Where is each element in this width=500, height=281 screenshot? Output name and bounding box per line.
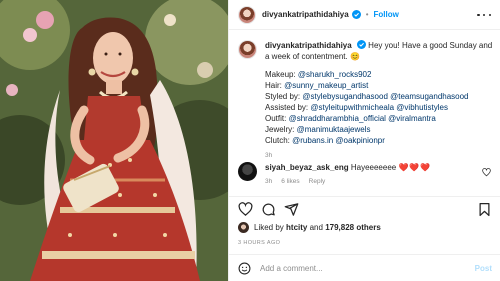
mention-link[interactable]: @stylebysugandhasood @teamsugandhasood [302, 92, 468, 101]
author-username[interactable]: divyankatripathidahiya [262, 10, 349, 19]
heart-icon[interactable] [238, 202, 253, 217]
comment-body: siyah_beyaz_ask_eng Hayeeeeeee ❤️❤️❤️ 3h… [265, 162, 485, 187]
comment-input[interactable] [260, 263, 460, 273]
comment-likes[interactable]: 6 likes [281, 176, 299, 187]
liker-username[interactable]: htcity [286, 223, 307, 232]
mention-link[interactable]: @manimuktaajewels [297, 125, 371, 134]
post-photo[interactable] [0, 0, 228, 281]
post-header: divyankatripathidahiya • Follow [229, 0, 500, 30]
post-photo-illustration [0, 0, 228, 281]
comment-text: Hayeeeeeee [350, 163, 397, 172]
post-actions [229, 196, 500, 220]
mention-link[interactable]: @sharukh_rocks902 [298, 70, 372, 79]
mention-link[interactable]: @sunny_makeup_artist [284, 81, 368, 90]
commenter-avatar[interactable] [238, 162, 257, 181]
credit-line: Styled by: @stylebysugandhasood @teamsug… [265, 92, 469, 101]
comment-time[interactable]: 3h [265, 176, 272, 187]
caption-username[interactable]: divyankatripathidahiya [265, 41, 352, 50]
caption: divyankatripathidahiya Hey you! Have a g… [238, 40, 496, 161]
emoji-icon[interactable] [238, 262, 251, 275]
credit-line: Outfit: @shraddharambhia_official @viral… [265, 114, 436, 123]
mention-link[interactable]: @rubans.in @oakpinionpr [292, 136, 385, 145]
separator-dot: • [365, 10, 369, 19]
caption-body: divyankatripathidahiya Hey you! Have a g… [265, 40, 496, 161]
author-avatar[interactable] [238, 5, 256, 24]
credit-line: Jewelry: @manimuktaajewels [265, 125, 371, 134]
instagram-post-view: divyankatripathidahiya • Follow divyanka… [0, 0, 500, 281]
liker-avatar[interactable] [238, 222, 249, 233]
comment-hearts: ❤️❤️❤️ [398, 163, 432, 172]
credit-line: Clutch: @rubans.in @oakpinionpr [265, 136, 385, 145]
post-side-panel: divyankatripathidahiya • Follow divyanka… [228, 0, 500, 281]
likes-and: and [309, 223, 323, 232]
credit-line: Makeup: @sharukh_rocks902 [265, 70, 372, 79]
bookmark-icon[interactable] [477, 202, 492, 217]
post-timestamp[interactable]: 3 HOURS AGO [238, 240, 280, 246]
mention-link[interactable]: @styleitupwithmicheala @vibhutistyles [310, 103, 448, 112]
likes-count[interactable]: 179,828 others [325, 223, 381, 232]
caption-avatar[interactable] [238, 40, 257, 59]
post-comment-button[interactable]: Post [475, 264, 492, 273]
likes-prefix: Liked by [254, 223, 284, 232]
credit-line: Hair: @sunny_makeup_artist [265, 81, 369, 90]
likes-summary: Liked by htcity and 179,828 others [238, 222, 381, 233]
commenter-username[interactable]: siyah_beyaz_ask_eng [265, 163, 349, 172]
caption-emoji: 😊 [349, 52, 360, 61]
more-options-icon[interactable] [477, 10, 491, 20]
reply-button[interactable]: Reply [309, 176, 326, 187]
add-comment-bar: Post [229, 254, 500, 281]
comment-icon[interactable] [261, 202, 276, 217]
comment-meta: 3h 6 likes Reply [265, 176, 485, 187]
comments-section[interactable]: divyankatripathidahiya Hey you! Have a g… [229, 30, 500, 192]
follow-button[interactable]: Follow [374, 10, 399, 19]
verified-badge-icon [356, 40, 366, 49]
verified-badge-icon [351, 10, 361, 19]
share-icon[interactable] [284, 202, 299, 217]
comment-item: siyah_beyaz_ask_eng Hayeeeeeee ❤️❤️❤️ 3h… [238, 162, 496, 187]
caption-time[interactable]: 3h [265, 150, 496, 161]
mention-link[interactable]: @shraddharambhia_official @viralmantra [289, 114, 436, 123]
credit-line: Assisted by: @styleitupwithmicheala @vib… [265, 103, 449, 112]
heart-icon[interactable] [482, 168, 491, 177]
